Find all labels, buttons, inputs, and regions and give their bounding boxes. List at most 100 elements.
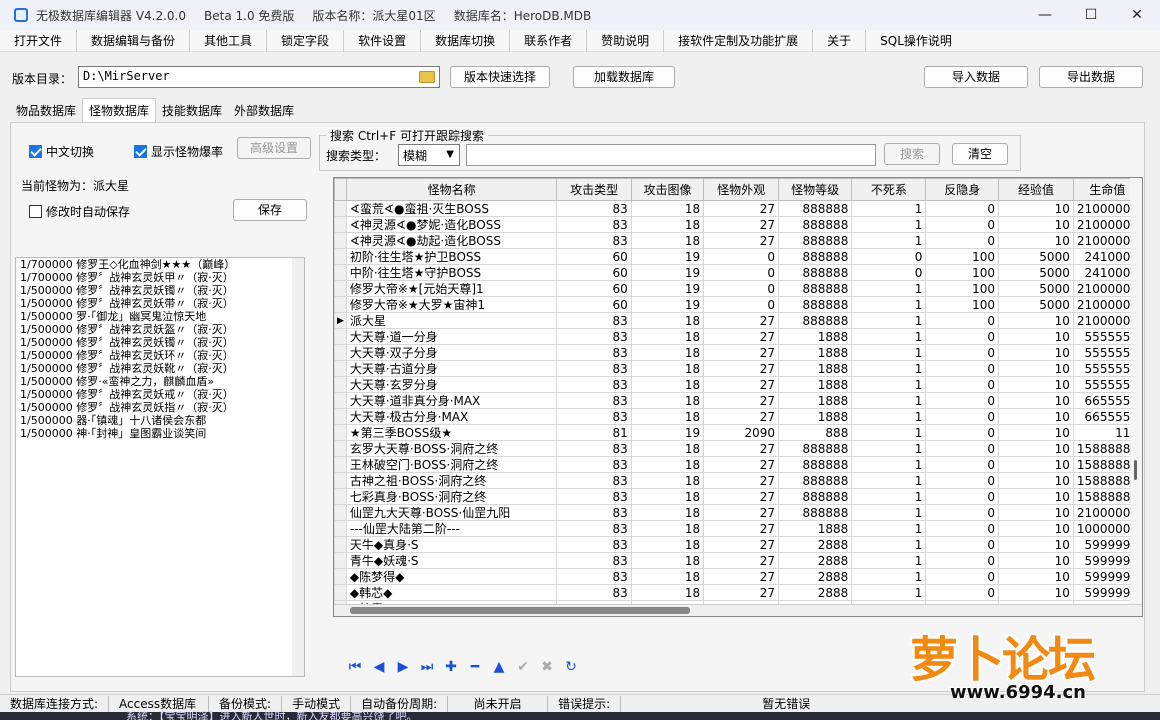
cell-undead[interactable]: 1	[851, 520, 927, 537]
col-header-attack-type[interactable]: 攻击类型	[556, 178, 632, 201]
cell-level[interactable]: 888888	[777, 216, 853, 233]
next-record-icon[interactable]: ▶	[393, 657, 413, 677]
last-record-icon[interactable]: ⏭	[417, 657, 437, 677]
cell-level[interactable]: 888888	[777, 504, 853, 521]
cell-exp[interactable]: 10	[998, 344, 1074, 361]
cell-exp[interactable]: 10	[998, 520, 1074, 537]
import-button[interactable]: 导入数据	[924, 66, 1028, 88]
cell-level[interactable]: 888	[777, 424, 853, 441]
tab-external[interactable]: 外部数据库	[228, 100, 300, 122]
cell-level[interactable]: 888888	[777, 488, 853, 505]
vscroll-thumb[interactable]	[1134, 460, 1137, 480]
cell-appearance[interactable]: 27	[703, 408, 779, 425]
search-button[interactable]: 搜索	[884, 143, 940, 165]
cell-anti-stealth[interactable]: 0	[925, 456, 1000, 473]
cell-attack-type[interactable]: 83	[556, 488, 632, 505]
maximize-icon[interactable]: ☐	[1068, 0, 1114, 30]
cell-anti-stealth[interactable]: 0	[925, 520, 1000, 537]
cell-undead[interactable]: 1	[851, 440, 927, 457]
minimize-icon[interactable]: —	[1022, 0, 1068, 30]
cell-anti-stealth[interactable]: 0	[925, 392, 1000, 409]
col-header-name[interactable]: 怪物名称	[345, 178, 558, 201]
table-row[interactable]: 初阶·往生塔★护卫BOSS 60 19 0 888888 0 100 5000 2410000	[334, 248, 1142, 265]
cell-appearance[interactable]: 27	[703, 376, 779, 393]
cell-attack-type[interactable]: 83	[556, 552, 632, 569]
row-indicator[interactable]	[334, 200, 347, 217]
cell-name[interactable]: 大天尊·玄罗分身	[345, 376, 558, 393]
cell-level[interactable]: 888888	[777, 472, 853, 489]
cell-appearance[interactable]: 27	[703, 312, 779, 329]
table-row[interactable]: 七彩真身·BOSS·洞府之终 83 18 27 888888 1 0 10 15888888	[334, 488, 1142, 505]
cell-appearance[interactable]: 0	[703, 296, 779, 313]
cell-attack-type[interactable]: 83	[556, 536, 632, 553]
prev-record-icon[interactable]: ◀	[369, 657, 389, 677]
menu-open-file[interactable]: 打开文件	[0, 29, 78, 52]
add-record-icon[interactable]: ✚	[441, 657, 461, 677]
row-indicator[interactable]	[334, 296, 347, 313]
cell-name[interactable]: 七彩真身·BOSS·洞府之终	[345, 488, 558, 505]
menu-contact[interactable]: 联系作者	[510, 29, 588, 52]
cell-name[interactable]: 修罗大帝※★[元始天尊]1	[345, 280, 558, 297]
cell-appearance[interactable]: 27	[703, 488, 779, 505]
grid-hscrollbar[interactable]	[334, 604, 1142, 616]
table-row[interactable]: ◆韩芯◆ 83 18 27 2888 1 0 10 5999999	[334, 584, 1142, 601]
cell-anti-stealth[interactable]: 0	[925, 312, 1000, 329]
cell-undead[interactable]: 1	[851, 392, 927, 409]
cell-name[interactable]: ∢蛮荒∢●蛮祖·灭生BOSS	[345, 200, 558, 217]
cell-name[interactable]: 大天尊·双子分身	[345, 344, 558, 361]
cn-switch-checkbox[interactable]: 中文切换	[29, 143, 94, 160]
cell-undead[interactable]: 1	[851, 424, 927, 441]
row-indicator[interactable]	[334, 392, 347, 409]
row-indicator[interactable]	[334, 472, 347, 489]
load-db-button[interactable]: 加载数据库	[573, 66, 675, 88]
cell-attack-type[interactable]: 83	[556, 328, 632, 345]
cell-level[interactable]: 888888	[777, 312, 853, 329]
table-row[interactable]: 王林破空门·BOSS·洞府之终 83 18 27 888888 1 0 10 15888888	[334, 456, 1142, 473]
cell-undead[interactable]: 1	[851, 216, 927, 233]
cell-exp[interactable]: 5000	[998, 280, 1074, 297]
cell-level[interactable]: 1888	[777, 392, 853, 409]
cell-exp[interactable]: 10	[998, 216, 1074, 233]
cell-undead[interactable]: 1	[851, 376, 927, 393]
cell-undead[interactable]: 0	[851, 264, 927, 281]
cell-exp[interactable]: 10	[998, 392, 1074, 409]
cell-anti-stealth[interactable]: 0	[925, 536, 1000, 553]
search-type-select[interactable]: 模糊 ▼	[398, 144, 460, 166]
cell-name[interactable]: 天牛◆真身·S	[345, 536, 558, 553]
table-row[interactable]: 大天尊·道非真分身·MAX 83 18 27 1888 1 0 10 6655555	[334, 392, 1142, 409]
cell-appearance[interactable]: 27	[703, 392, 779, 409]
row-indicator[interactable]	[334, 264, 347, 281]
cell-undead[interactable]: 1	[851, 568, 927, 585]
cell-anti-stealth[interactable]: 0	[925, 232, 1000, 249]
table-row[interactable]: ∢蛮荒∢●蛮祖·灭生BOSS 83 18 27 888888 1 0 10 21000000	[334, 200, 1142, 217]
cell-level[interactable]: 888888	[777, 280, 853, 297]
col-header-level[interactable]: 怪物等级	[777, 178, 853, 201]
cell-exp[interactable]: 10	[998, 360, 1074, 377]
menu-sql-help[interactable]: SQL操作说明	[866, 30, 966, 52]
table-row[interactable]: ★第三季BOSS级★ 81 19 2090 888 1 0 10 111	[334, 424, 1142, 441]
cell-attack-type[interactable]: 83	[556, 520, 632, 537]
cell-undead[interactable]: 1	[851, 328, 927, 345]
cell-undead[interactable]: 1	[851, 504, 927, 521]
cell-attack-image[interactable]: 19	[630, 264, 705, 281]
cell-exp[interactable]: 10	[998, 408, 1074, 425]
table-row[interactable]: ∢神灵源∢●梦妮·造化BOSS 83 18 27 888888 1 0 10 21000000	[334, 216, 1142, 233]
cell-undead[interactable]: 1	[851, 344, 927, 361]
cell-anti-stealth[interactable]: 100	[925, 296, 1000, 313]
cell-level[interactable]: 2888	[777, 536, 853, 553]
cell-attack-image[interactable]: 18	[630, 408, 705, 425]
current-row-indicator-icon[interactable]: ▶	[334, 312, 347, 329]
cell-attack-image[interactable]: 18	[630, 472, 705, 489]
cell-appearance[interactable]: 27	[703, 440, 779, 457]
table-row[interactable]: 大天尊·古道分身 83 18 27 1888 1 0 10 5555555	[334, 360, 1142, 377]
cell-undead[interactable]: 1	[851, 296, 927, 313]
table-row[interactable]: ---仙罡大陆第二阶--- 83 18 27 1888 1 0 10 10000000	[334, 520, 1142, 537]
cell-appearance[interactable]: 27	[703, 584, 779, 601]
table-row[interactable]: 大天尊·双子分身 83 18 27 1888 1 0 10 5555555	[334, 344, 1142, 361]
cell-name[interactable]: 初阶·往生塔★护卫BOSS	[345, 248, 558, 265]
cell-name[interactable]: 仙罡九大天尊·BOSS·仙罡九阳	[345, 504, 558, 521]
cell-level[interactable]: 888888	[777, 296, 853, 313]
cell-name[interactable]: ---仙罡大陆第二阶---	[345, 520, 558, 537]
cell-exp[interactable]: 10	[998, 584, 1074, 601]
cell-attack-type[interactable]: 60	[556, 280, 632, 297]
